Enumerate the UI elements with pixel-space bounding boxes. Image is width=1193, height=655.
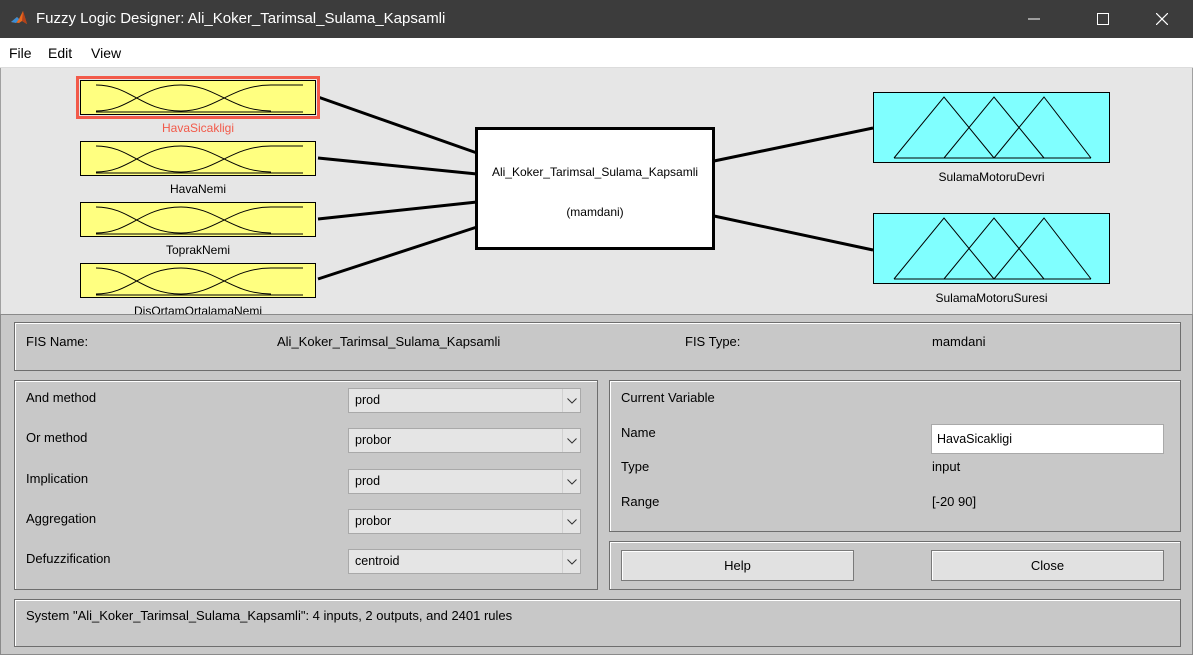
defuzzification-label: Defuzzification	[26, 551, 111, 566]
fis-diagram: HavaSicakligi HavaNemi ToprakNemi DisOrt…	[0, 68, 1193, 314]
gaussian-mf-icon	[95, 267, 303, 296]
implication-dropdown[interactable]: prod	[348, 469, 581, 494]
chevron-down-icon	[562, 550, 580, 573]
defuzzification-value: centroid	[355, 554, 400, 568]
variable-name-label: Name	[621, 425, 656, 440]
close-window-button[interactable]	[1139, 0, 1185, 38]
buttons-group: Help Close	[609, 541, 1181, 590]
fis-block-type: (mamdani)	[566, 205, 624, 219]
defuzzification-dropdown[interactable]: centroid	[348, 549, 581, 574]
help-button[interactable]: Help	[621, 550, 854, 581]
gaussian-mf-icon	[95, 145, 303, 174]
aggregation-value: probor	[355, 514, 392, 528]
input-variable-box-topraknemi[interactable]	[80, 202, 316, 237]
menu-edit[interactable]: Edit	[48, 45, 72, 61]
gaussian-mf-icon	[95, 84, 303, 113]
maximize-icon	[1097, 13, 1109, 25]
variable-type-label: Type	[621, 459, 650, 474]
methods-group: And method prod Or method probor Implica…	[14, 380, 598, 590]
close-icon	[1156, 13, 1168, 25]
chevron-down-icon	[562, 429, 580, 452]
menu-bar: File Edit View	[0, 38, 1193, 68]
current-variable-group: Current Variable Name HavaSicakligi Type…	[609, 380, 1181, 532]
maximize-button[interactable]	[1080, 0, 1126, 38]
and-method-dropdown[interactable]: prod	[348, 388, 581, 413]
implication-value: prod	[355, 474, 381, 488]
input-variable-box-havanemi[interactable]	[80, 141, 316, 176]
variable-range-value: [-20 90]	[932, 494, 977, 509]
input-label-topraknemi[interactable]: ToprakNemi	[80, 243, 316, 257]
triangular-mf-icon	[893, 217, 1092, 280]
minimize-button[interactable]	[1011, 0, 1057, 38]
or-method-value: probor	[355, 433, 392, 447]
or-method-label: Or method	[26, 430, 88, 445]
status-text: System "Ali_Koker_Tarimsal_Sulama_Kapsam…	[26, 608, 513, 623]
fis-block-name: Ali_Koker_Tarimsal_Sulama_Kapsamli	[491, 165, 699, 179]
matlab-logo-icon	[11, 11, 27, 24]
output-variable-box-sulamamotorudevri[interactable]	[873, 92, 1110, 163]
or-method-dropdown[interactable]: probor	[348, 428, 581, 453]
fis-info-group: FIS Name: Ali_Koker_Tarimsal_Sulama_Kaps…	[14, 322, 1181, 371]
and-method-value: prod	[355, 393, 381, 407]
gaussian-mf-icon	[95, 206, 303, 235]
input-variable-box-havasicakligi[interactable]	[76, 76, 320, 119]
properties-panel: FIS Name: Ali_Koker_Tarimsal_Sulama_Kaps…	[0, 314, 1193, 655]
fis-type-label: FIS Type:	[685, 334, 741, 349]
menu-view[interactable]: View	[91, 45, 121, 61]
title-bar: Fuzzy Logic Designer: Ali_Koker_Tarimsal…	[0, 0, 1193, 38]
output-label-sulamamotorusuresi[interactable]: SulamaMotoruSuresi	[873, 291, 1110, 305]
aggregation-label: Aggregation	[26, 511, 97, 526]
input-label-disortamortalamanemi[interactable]: DisOrtamOrtalamaNemi	[80, 304, 316, 314]
input-variable-box-disortamortalamanemi[interactable]	[80, 263, 316, 298]
input-label-havasicakligi[interactable]: HavaSicakligi	[80, 121, 316, 135]
aggregation-dropdown[interactable]: probor	[348, 509, 581, 534]
chevron-down-icon	[562, 470, 580, 493]
fis-type-value: mamdani	[932, 334, 986, 349]
current-variable-heading: Current Variable	[621, 390, 715, 405]
and-method-label: And method	[26, 390, 97, 405]
close-button[interactable]: Close	[931, 550, 1164, 581]
implication-label: Implication	[26, 471, 89, 486]
chevron-down-icon	[562, 389, 580, 412]
variable-range-label: Range	[621, 494, 660, 509]
input-label-havanemi[interactable]: HavaNemi	[80, 182, 316, 196]
menu-file[interactable]: File	[9, 45, 32, 61]
variable-name-input[interactable]: HavaSicakligi	[931, 424, 1164, 454]
variable-type-value: input	[932, 459, 961, 474]
fis-rule-block[interactable]: Ali_Koker_Tarimsal_Sulama_Kapsamli (mamd…	[475, 127, 715, 250]
output-label-sulamamotorudevri[interactable]: SulamaMotoruDevri	[873, 170, 1110, 184]
fis-name-value: Ali_Koker_Tarimsal_Sulama_Kapsamli	[277, 334, 501, 349]
status-group: System "Ali_Koker_Tarimsal_Sulama_Kapsam…	[14, 599, 1181, 647]
fis-name-label: FIS Name:	[26, 334, 89, 349]
minimize-icon	[1028, 18, 1040, 20]
chevron-down-icon	[562, 510, 580, 533]
triangular-mf-icon	[893, 96, 1092, 159]
window-title: Fuzzy Logic Designer: Ali_Koker_Tarimsal…	[36, 10, 446, 27]
output-variable-box-sulamamotorusuresi[interactable]	[873, 213, 1110, 284]
